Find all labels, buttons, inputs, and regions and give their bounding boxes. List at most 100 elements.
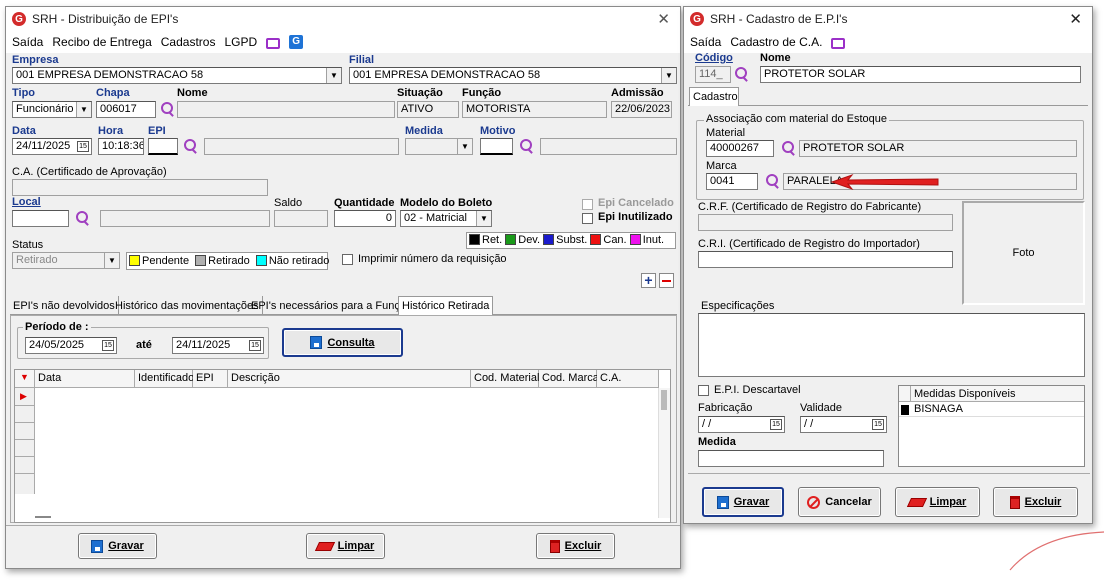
- crf-field: [698, 214, 953, 231]
- chevron-down-icon[interactable]: ▼: [661, 68, 676, 83]
- empresa-select[interactable]: 001 EMPRESA DEMONSTRACAO 58 ▼: [12, 67, 342, 84]
- photo-frame[interactable]: Foto: [962, 201, 1085, 305]
- status-select[interactable]: Retirado ▼: [12, 252, 120, 269]
- horizontal-scroll-thumb[interactable]: [35, 516, 51, 518]
- imprimir-checkbox[interactable]: [342, 254, 353, 265]
- excluir-button[interactable]: Excluir: [536, 533, 615, 559]
- nome-input[interactable]: PROTETOR SOLAR: [760, 66, 1081, 83]
- search-epi-icon[interactable]: [182, 138, 198, 154]
- menu-cadastro-ca[interactable]: Cadastro de C.A.: [730, 35, 822, 49]
- search-chapa-icon[interactable]: [159, 101, 175, 117]
- epi-cancelado-checkbox[interactable]: [582, 199, 593, 210]
- calendar-icon[interactable]: 15: [770, 419, 782, 430]
- g-app-icon[interactable]: G: [289, 35, 304, 49]
- epi-input[interactable]: [148, 138, 178, 155]
- row-divider: [15, 439, 35, 440]
- epi-inutilizado-checkbox[interactable]: [582, 213, 593, 224]
- remove-row-icon[interactable]: [659, 273, 674, 288]
- medida-input[interactable]: [698, 450, 884, 467]
- calendar-icon[interactable]: 15: [102, 340, 114, 351]
- chat-icon[interactable]: [831, 37, 846, 49]
- quantidade-input[interactable]: 0: [334, 210, 396, 227]
- menu-recibo-entrega[interactable]: Recibo de Entrega: [52, 35, 151, 49]
- hora-input[interactable]: 10:18:36: [98, 138, 144, 155]
- status-pendente[interactable]: Pendente: [142, 255, 189, 267]
- gravar-button[interactable]: Gravar: [78, 533, 157, 559]
- chevron-down-icon[interactable]: ▼: [104, 253, 119, 268]
- marca-code-input[interactable]: 0041: [706, 173, 758, 190]
- consulta-button[interactable]: Consulta: [282, 328, 403, 357]
- retirado-swatch: [195, 255, 207, 266]
- grid-vertical-scrollbar[interactable]: [658, 388, 670, 518]
- medidas-list: Medidas Disponíveis BISNAGA: [898, 385, 1085, 467]
- col-data[interactable]: Data: [35, 370, 135, 388]
- status-nao-retirado[interactable]: Não retirado: [269, 255, 330, 267]
- add-row-icon[interactable]: +: [641, 273, 656, 288]
- col-epi[interactable]: EPI: [193, 370, 228, 388]
- data-input[interactable]: 24/11/2025 15: [12, 138, 92, 155]
- col-ca[interactable]: C.A.: [597, 370, 659, 388]
- especificacoes-textarea[interactable]: [698, 313, 1085, 377]
- menu-saida[interactable]: Saída: [690, 35, 721, 49]
- search-motivo-icon[interactable]: [518, 138, 534, 154]
- saldo-field: [274, 210, 328, 227]
- medidas-row[interactable]: BISNAGA: [899, 402, 1084, 417]
- calendar-icon[interactable]: 15: [249, 340, 261, 351]
- col-descricao[interactable]: Descrição: [228, 370, 471, 388]
- local-input[interactable]: [12, 210, 69, 227]
- scrollbar-thumb[interactable]: [661, 390, 667, 410]
- filial-select[interactable]: 001 EMPRESA DEMONSTRACAO 58 ▼: [349, 67, 677, 84]
- cri-input[interactable]: [698, 251, 953, 268]
- col-cod-marca[interactable]: Cod. Marca: [539, 370, 599, 388]
- tab-epis-nao-devolvidos[interactable]: EPI's não devolvidos: [10, 296, 119, 315]
- material-code-input[interactable]: 40000267: [706, 140, 774, 157]
- chevron-down-icon[interactable]: ▼: [326, 68, 341, 83]
- menu-lgpd[interactable]: LGPD: [224, 35, 257, 49]
- inut-swatch: [629, 234, 641, 245]
- excluir-button[interactable]: Excluir: [993, 487, 1078, 517]
- status-value: Retirado: [16, 254, 58, 266]
- tipo-select[interactable]: Funcionário ▼: [12, 101, 92, 118]
- tab-epis-necessarios[interactable]: EPI's necessários para a Função: [248, 296, 417, 315]
- codigo-input[interactable]: 114_: [695, 66, 731, 83]
- tab-historico-retirada[interactable]: Histórico Retirada: [398, 296, 494, 315]
- chapa-input[interactable]: 006017: [96, 101, 156, 118]
- legend-inut: Inut.: [642, 234, 665, 246]
- search-material-icon[interactable]: [780, 140, 796, 156]
- close-icon[interactable]: ✕: [657, 10, 670, 28]
- limpar-button[interactable]: Limpar: [895, 487, 980, 517]
- medida-item[interactable]: BISNAGA: [914, 403, 963, 415]
- chevron-down-icon[interactable]: ▼: [476, 211, 491, 226]
- epi-registration-window: G SRH - Cadastro de E.P.I's ✕ Saída Cada…: [683, 6, 1093, 524]
- search-marca-icon[interactable]: [764, 173, 780, 189]
- app-logo-icon: G: [690, 12, 704, 26]
- chat-icon[interactable]: [266, 37, 281, 49]
- periodo-to-input[interactable]: 24/11/2025 15: [172, 337, 264, 354]
- search-codigo-icon[interactable]: [733, 66, 749, 82]
- medida-select[interactable]: ▼: [405, 138, 473, 155]
- validade-input[interactable]: / / 15: [800, 416, 887, 433]
- motivo-input[interactable]: [480, 138, 513, 155]
- limpar-button[interactable]: Limpar: [306, 533, 385, 559]
- fabricacao-input[interactable]: / / 15: [698, 416, 785, 433]
- calendar-icon[interactable]: 15: [872, 419, 884, 430]
- col-cod-material[interactable]: Cod. Material: [471, 370, 539, 388]
- grid-sort-icon[interactable]: ▼: [15, 370, 35, 388]
- periodo-from-input[interactable]: 24/05/2025 15: [25, 337, 117, 354]
- tab-historico-movimentacoes[interactable]: Histórico das movimentações: [112, 296, 263, 315]
- tab-cadastro[interactable]: Cadastro: [689, 87, 739, 106]
- col-identificador[interactable]: Identificador: [135, 370, 198, 388]
- search-local-icon[interactable]: [74, 210, 90, 226]
- cancelar-button[interactable]: Cancelar: [798, 487, 881, 517]
- epi-descartavel-checkbox[interactable]: [698, 385, 709, 396]
- modelo-boleto-select[interactable]: 02 - Matricial ▼: [400, 210, 492, 227]
- especificacoes-label: Especificações: [701, 300, 775, 312]
- status-retirado[interactable]: Retirado: [208, 255, 250, 267]
- close-icon[interactable]: ✕: [1069, 10, 1082, 28]
- calendar-icon[interactable]: 15: [77, 141, 89, 152]
- gravar-button[interactable]: Gravar: [702, 487, 784, 517]
- chevron-down-icon[interactable]: ▼: [457, 139, 472, 154]
- menu-cadastros[interactable]: Cadastros: [161, 35, 216, 49]
- chevron-down-icon[interactable]: ▼: [76, 102, 91, 117]
- menu-saida[interactable]: Saída: [12, 35, 43, 49]
